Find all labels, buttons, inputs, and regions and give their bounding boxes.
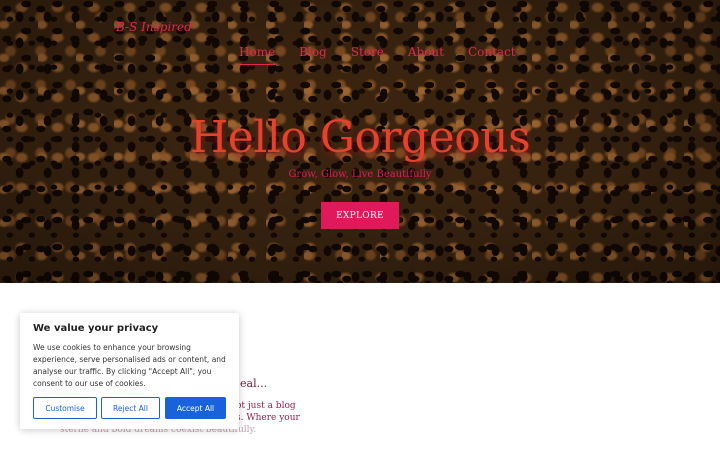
intro-text-line: s. Where your [236,413,300,423]
nav-item-home[interactable]: Home [239,45,276,65]
reject-all-button[interactable]: Reject All [101,397,160,419]
cookie-title: We value your privacy [33,323,159,334]
intro-text-line: ot just a blog [236,401,296,411]
hero-headline: Hello Gorgeous [189,112,531,163]
nav-item-contact[interactable]: Contact [468,45,516,65]
cookie-consent-banner: We value your privacy We use cookies to … [20,313,239,429]
main-nav: Home Blog Store About Contact [239,45,540,65]
nav-item-store[interactable]: Store [351,45,384,65]
section-heading: eal... [240,377,268,390]
customise-button[interactable]: Customise [33,397,97,419]
site-logo[interactable]: B-S Inspired [116,20,192,34]
accept-all-button[interactable]: Accept All [165,397,226,419]
hero-banner: B-S Inspired Home Blog Store About Conta… [0,0,720,283]
nav-item-about[interactable]: About [408,45,444,65]
cookie-description: We use cookies to enhance your browsing … [33,343,226,388]
hero-tagline: Grow, Glow, Live Beautifully [288,169,432,180]
explore-button[interactable]: EXPLORE [321,202,399,229]
nav-item-blog[interactable]: Blog [299,45,327,65]
